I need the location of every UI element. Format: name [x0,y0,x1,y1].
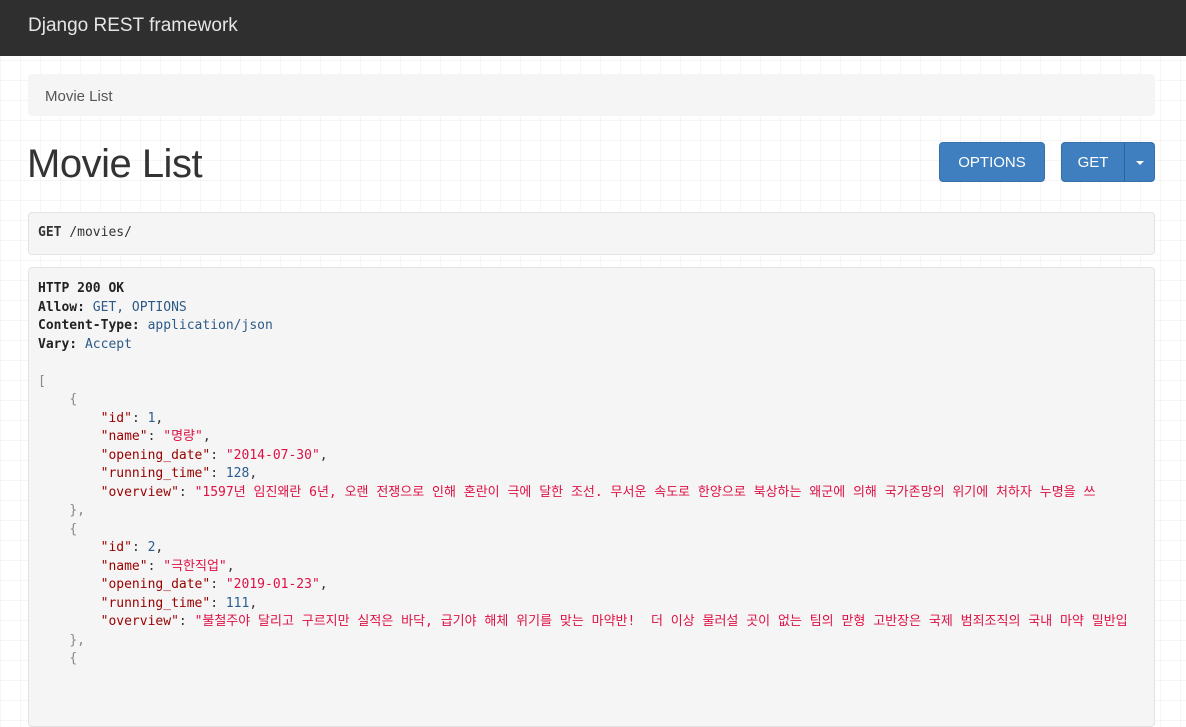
json-key: "opening_date" [100,577,211,592]
response-info: HTTP 200 OK Allow: GET, OPTIONS Content-… [28,267,1155,727]
breadcrumb: Movie List [28,74,1155,116]
json-key: "running_time" [100,466,211,481]
json-value: "불철주야 달리고 구르지만 실적은 바닥, 급기야 해체 위기를 맞는 마약반… [194,614,1128,629]
json-value: "극한직업" [163,558,227,574]
format-dropdown-button[interactable] [1124,142,1155,182]
request-method: GET [38,225,62,240]
brand-link[interactable]: Django REST framework [28,15,238,37]
header-name: Content-Type: [38,318,140,333]
header-name: Vary: [38,336,78,352]
header-value: application/json [147,318,273,333]
json-key: "name" [100,558,148,574]
json-key: "overview" [100,484,179,500]
json-value: "1597년 임진왜란 6년, 오랜 전쟁으로 인해 혼란이 극에 달한 조선.… [194,484,1096,500]
options-button[interactable]: OPTIONS [939,142,1045,182]
navbar: Django REST framework [0,0,1186,56]
json-key: "id" [100,410,132,426]
breadcrumb-item-current[interactable]: Movie List [45,88,113,105]
json-value: 128 [225,466,250,481]
json-key: "overview" [100,614,179,629]
json-value: 2 [147,540,156,555]
get-button[interactable]: GET [1061,142,1125,182]
json-key: "opening_date" [100,447,211,463]
page-title: Movie List [27,142,203,186]
response-body: HTTP 200 OK Allow: GET, OPTIONS Content-… [38,281,1128,666]
json-value: "2014-07-30" [225,447,320,463]
json-key: "name" [100,429,148,444]
json-value: "명량" [163,429,203,444]
caret-down-icon [1135,160,1144,165]
json-value: 1 [147,410,156,426]
header-value: GET, OPTIONS [92,299,187,315]
request-path: /movies/ [69,225,132,240]
json-value: "2019-01-23" [225,577,320,592]
json-key: "running_time" [100,595,211,611]
header-value: Accept [84,336,132,352]
header-name: Allow: [38,299,85,315]
json-value: 111 [225,595,250,611]
json-key: "id" [100,540,132,555]
response-status: HTTP 200 OK [38,281,125,296]
request-info: GET /movies/ [28,212,1155,255]
